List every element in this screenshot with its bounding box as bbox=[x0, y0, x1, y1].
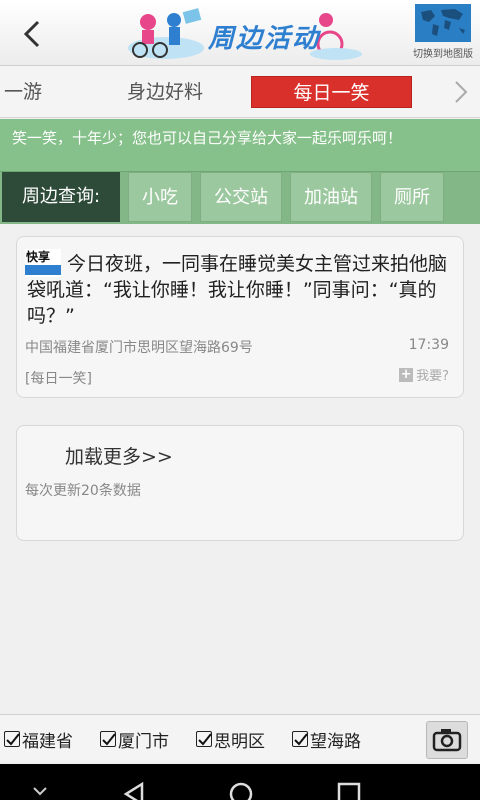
nearby-query-bar: 周边查询: 小吃 公交站 加油站 厕所 bbox=[0, 172, 480, 224]
address-province-checkbox[interactable]: 福建省 bbox=[4, 727, 73, 752]
recent-apps-square-icon[interactable] bbox=[334, 764, 364, 800]
chevron-left-icon bbox=[23, 20, 40, 48]
info-text: 笑一笑，十年少；您也可以自己分享给大家一起乐呵乐呵！ bbox=[12, 129, 403, 147]
checkbox-checked-icon bbox=[196, 731, 212, 747]
map-switch-button[interactable]: 切换到地图版 bbox=[412, 4, 474, 62]
camera-button[interactable] bbox=[426, 721, 468, 759]
map-switch-label: 切换到地图版 bbox=[413, 49, 473, 60]
news-location: 中国福建省厦门市思明区望海路69号 bbox=[25, 340, 253, 356]
camera-icon bbox=[432, 729, 462, 752]
news-card[interactable]: 快享 今日夜班，一同事在睡觉美女主管过来拍他脑袋吼道：“我让你睡！我让你睡！”同… bbox=[16, 236, 464, 398]
query-gas-station-button[interactable]: 加油站 bbox=[290, 172, 372, 222]
tabs-next-button[interactable] bbox=[454, 80, 468, 108]
header-title: 周边活动 bbox=[208, 24, 321, 54]
checkbox-checked-icon bbox=[292, 731, 308, 747]
news-time: 17:39 bbox=[408, 337, 449, 353]
tab-local-goodies[interactable]: 身边好料 bbox=[110, 76, 220, 108]
address-province-label: 福建省 bbox=[22, 731, 73, 752]
home-circle-icon[interactable] bbox=[226, 764, 256, 800]
tab-daily-laugh[interactable]: 每日一笑 bbox=[251, 76, 412, 108]
checkbox-checked-icon bbox=[4, 731, 20, 747]
info-banner: 笑一笑，十年少；您也可以自己分享给大家一起乐呵乐呵！ bbox=[0, 119, 480, 172]
back-triangle-icon[interactable] bbox=[118, 764, 148, 800]
chevron-right-icon bbox=[455, 81, 468, 103]
app-header: 周边活动 切换到地图版 bbox=[0, 0, 480, 66]
nearby-query-label: 周边查询: bbox=[2, 172, 120, 222]
header-banner: 周边活动 bbox=[126, 4, 366, 62]
checkbox-checked-icon bbox=[100, 731, 116, 747]
back-button[interactable] bbox=[12, 14, 52, 54]
chevron-down-icon[interactable] bbox=[30, 764, 50, 800]
address-filter-bar: 福建省 厦门市 思明区 望海路 bbox=[0, 714, 480, 762]
address-district-checkbox[interactable]: 思明区 bbox=[196, 727, 265, 752]
address-city-checkbox[interactable]: 厦门市 bbox=[100, 727, 169, 752]
world-map-icon bbox=[415, 4, 471, 42]
query-snacks-button[interactable]: 小吃 bbox=[128, 172, 192, 222]
address-district-label: 思明区 bbox=[214, 731, 265, 752]
load-more-card[interactable]: 加载更多>> 每次更新20条数据 bbox=[16, 425, 464, 541]
address-road-label: 望海路 bbox=[310, 731, 361, 752]
address-road-checkbox[interactable]: 望海路 bbox=[292, 727, 361, 752]
query-bus-stop-button[interactable]: 公交站 bbox=[200, 172, 282, 222]
report-label: 我要? bbox=[416, 369, 449, 384]
tab-travel[interactable]: 一游 bbox=[0, 76, 42, 108]
plus-icon: + bbox=[399, 366, 414, 382]
category-tabs: 一游 身边好料 每日一笑 bbox=[0, 66, 480, 118]
news-category-tag: [每日一笑] bbox=[25, 371, 92, 387]
load-more-note: 每次更新20条数据 bbox=[25, 483, 141, 499]
load-more-button[interactable]: 加载更多>> bbox=[65, 442, 173, 469]
address-city-label: 厦门市 bbox=[118, 731, 169, 752]
query-toilet-button[interactable]: 厕所 bbox=[380, 172, 444, 222]
report-button[interactable]: + 我要? bbox=[399, 365, 449, 384]
system-nav-bar bbox=[0, 764, 480, 800]
news-content: 今日夜班，一同事在睡觉美女主管过来拍他脑袋吼道：“我让你睡！我让你睡！”同事问：… bbox=[27, 253, 448, 327]
